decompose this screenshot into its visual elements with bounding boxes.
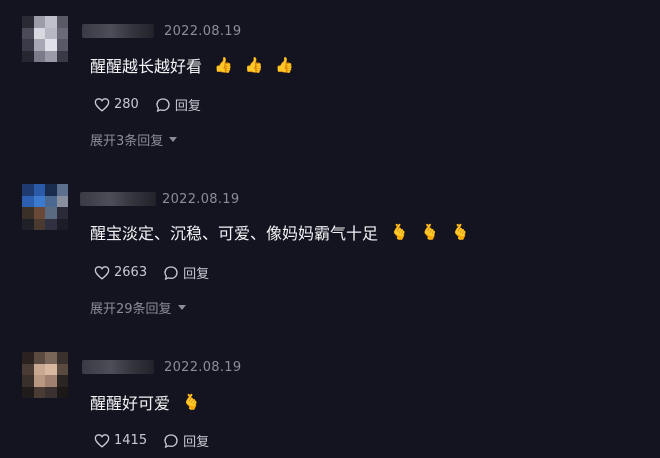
avatar-mosaic-cell bbox=[33, 16, 45, 28]
avatar-mosaic-cell bbox=[56, 352, 68, 364]
avatar-mosaic-cell bbox=[22, 363, 34, 375]
avatar-mosaic-cell bbox=[22, 16, 34, 28]
reply-label: 回复 bbox=[174, 99, 201, 114]
avatar-mosaic-cell bbox=[33, 375, 45, 387]
avatar-mosaic-cell bbox=[33, 352, 45, 364]
comment-actions: 280 回复 bbox=[94, 95, 217, 114]
finger-heart-icon: 🫰 bbox=[451, 223, 471, 241]
avatar-mosaic-cell bbox=[33, 50, 45, 62]
avatar[interactable] bbox=[22, 16, 68, 62]
avatar-mosaic-cell bbox=[56, 386, 68, 398]
avatar-mosaic-cell bbox=[22, 27, 34, 39]
expand-replies-label: 展开3条回复 bbox=[90, 134, 164, 149]
avatar-mosaic-cell bbox=[22, 207, 34, 219]
like-count: 1415 bbox=[114, 433, 148, 448]
avatar[interactable] bbox=[22, 184, 68, 230]
avatar-mosaic-cell bbox=[33, 27, 45, 39]
avatar-mosaic-cell bbox=[56, 375, 68, 387]
avatar-mosaic-cell bbox=[45, 363, 57, 375]
reply-button[interactable]: 回复 bbox=[163, 431, 209, 450]
avatar[interactable] bbox=[22, 352, 68, 398]
avatar-mosaic-cell bbox=[22, 218, 34, 230]
avatar-mosaic-cell bbox=[22, 50, 34, 62]
avatar-mosaic-cell bbox=[56, 195, 68, 207]
comment-actions: 2663 回复 bbox=[94, 263, 225, 282]
comment-date: 2022.08.19 bbox=[162, 192, 240, 207]
avatar-mosaic-cell bbox=[45, 195, 57, 207]
avatar-mosaic-cell bbox=[22, 195, 34, 207]
username-blurred[interactable] bbox=[80, 192, 156, 206]
avatar-mosaic-cell bbox=[45, 50, 57, 62]
reply-label: 回复 bbox=[183, 267, 210, 282]
reply-button[interactable]: 回复 bbox=[163, 263, 209, 282]
avatar-mosaic-cell bbox=[56, 207, 68, 219]
avatar-mosaic-cell bbox=[56, 218, 68, 230]
comment-body: 醒宝淡定、沉稳、可爱、像妈妈霸气十足 bbox=[90, 224, 379, 243]
avatar-mosaic-cell bbox=[45, 27, 57, 39]
comment-bubble-icon bbox=[164, 265, 178, 280]
caret-down-icon bbox=[169, 136, 178, 142]
avatar-mosaic-cell bbox=[45, 184, 57, 196]
finger-heart-icon: 🫰 bbox=[182, 393, 201, 411]
avatar-mosaic-cell bbox=[33, 218, 45, 230]
avatar-mosaic-cell bbox=[22, 352, 34, 364]
comment-date: 2022.08.19 bbox=[164, 24, 242, 39]
like-count: 2663 bbox=[114, 265, 148, 280]
finger-heart-icon: 🫰 bbox=[390, 223, 409, 241]
avatar-mosaic-cell bbox=[56, 184, 68, 196]
avatar-mosaic-cell bbox=[22, 39, 34, 51]
avatar-mosaic-cell bbox=[33, 207, 45, 219]
avatar-mosaic-cell bbox=[45, 352, 57, 364]
comment-body: 醒醒好可爱 bbox=[90, 394, 171, 413]
avatar-mosaic-cell bbox=[45, 375, 57, 387]
like-button[interactable]: 2663 bbox=[94, 265, 147, 280]
avatar-mosaic-cell bbox=[45, 39, 57, 51]
avatar-mosaic-cell bbox=[45, 16, 57, 28]
comment-bubble-icon bbox=[156, 97, 170, 112]
comment-text: 醒宝淡定、沉稳、可爱、像妈妈霸气十足 🫰 🫰 🫰 bbox=[90, 220, 470, 244]
avatar-mosaic-cell bbox=[33, 386, 45, 398]
reply-button[interactable]: 回复 bbox=[155, 95, 201, 114]
avatar-mosaic-cell bbox=[56, 50, 68, 62]
avatar-mosaic-cell bbox=[22, 184, 34, 196]
like-button[interactable]: 280 bbox=[94, 97, 139, 112]
username-blurred[interactable] bbox=[82, 360, 154, 374]
comment-date: 2022.08.19 bbox=[164, 360, 242, 375]
avatar-mosaic-cell bbox=[56, 27, 68, 39]
avatar-mosaic-cell bbox=[33, 39, 45, 51]
expand-replies-label: 展开29条回复 bbox=[90, 302, 172, 317]
avatar-mosaic-cell bbox=[33, 184, 45, 196]
username-blurred[interactable] bbox=[82, 24, 154, 38]
avatar-mosaic-cell bbox=[22, 375, 34, 387]
avatar-mosaic-cell bbox=[22, 386, 34, 398]
thumbs-up-icon: 👍 bbox=[244, 56, 264, 74]
avatar-mosaic-cell bbox=[56, 16, 68, 28]
avatar-mosaic-cell bbox=[45, 386, 57, 398]
finger-heart-icon: 🫰 bbox=[420, 223, 440, 241]
heart-icon bbox=[94, 266, 110, 280]
avatar-mosaic-cell bbox=[56, 363, 68, 375]
expand-replies-button[interactable]: 展开29条回复 bbox=[90, 298, 186, 317]
caret-down-icon bbox=[177, 304, 186, 310]
thumbs-up-icon: 👍 bbox=[275, 56, 295, 74]
avatar-mosaic-cell bbox=[33, 363, 45, 375]
avatar-mosaic-cell bbox=[33, 195, 45, 207]
avatar-mosaic-cell bbox=[56, 39, 68, 51]
thumbs-up-icon: 👍 bbox=[214, 56, 233, 74]
comment-text: 醒醒好可爱 🫰 bbox=[90, 390, 201, 414]
expand-replies-button[interactable]: 展开3条回复 bbox=[90, 130, 178, 149]
like-button[interactable]: 1415 bbox=[94, 433, 147, 448]
heart-icon bbox=[94, 434, 110, 448]
comment-body: 醒醒越长越好看 bbox=[90, 57, 203, 76]
comment-actions: 1415 回复 bbox=[94, 431, 225, 450]
heart-icon bbox=[94, 98, 110, 112]
avatar-mosaic-cell bbox=[45, 207, 57, 219]
avatar-mosaic-cell bbox=[45, 218, 57, 230]
reply-label: 回复 bbox=[183, 435, 210, 450]
like-count: 280 bbox=[114, 97, 139, 112]
comment-text: 醒醒越长越好看 👍 👍 👍 bbox=[90, 53, 294, 77]
comment-bubble-icon bbox=[164, 433, 178, 448]
